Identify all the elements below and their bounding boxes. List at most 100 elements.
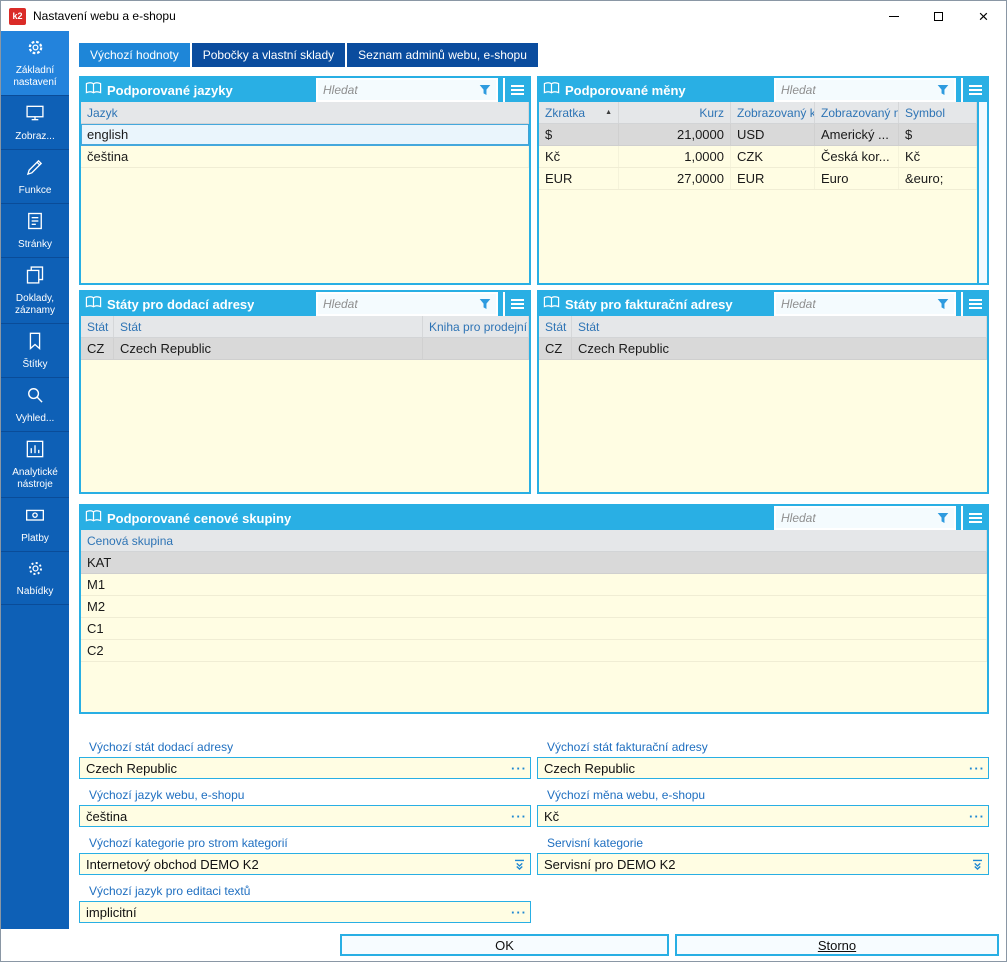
column-header[interactable]: Zkratka (539, 102, 619, 123)
column-header[interactable]: Stát (572, 316, 987, 337)
table-cell[interactable]: Kč (899, 146, 977, 167)
table-row[interactable]: C2 (81, 640, 987, 662)
table-cell[interactable]: C2 (81, 640, 987, 661)
invoice-state-input[interactable]: Czech Republic ··· (537, 757, 989, 779)
table-cell[interactable]: USD (731, 124, 815, 145)
sidebar-item-funkce[interactable]: Funkce (1, 150, 69, 204)
table-row[interactable]: $21,0000USDAmerický ...$ (539, 124, 977, 146)
table-cell[interactable]: $ (539, 124, 619, 145)
filter-icon[interactable] (479, 298, 491, 310)
table-cell[interactable]: čeština (81, 146, 529, 167)
sidebar-item-stranky[interactable]: Stránky (1, 204, 69, 258)
table-cell[interactable]: EUR (539, 168, 619, 189)
table-cell[interactable]: Euro (815, 168, 899, 189)
table-cell[interactable]: english (81, 124, 529, 145)
delivery-state-input[interactable]: Czech Republic ··· (79, 757, 531, 779)
table-row[interactable]: Kč1,0000CZKČeská kor...Kč (539, 146, 977, 168)
tree-select-button[interactable] (966, 854, 988, 874)
ellipsis-button[interactable]: ··· (966, 806, 988, 826)
ok-button[interactable]: OK (340, 934, 669, 956)
ellipsis-button[interactable]: ··· (508, 806, 530, 826)
ellipsis-button[interactable]: ··· (508, 758, 530, 778)
table-row[interactable]: english (81, 124, 529, 146)
sidebar-item-doklady-zaznamy[interactable]: Doklady, záznamy (1, 258, 69, 324)
table-cell[interactable]: C1 (81, 618, 987, 639)
table-cell[interactable]: CZ (539, 338, 572, 359)
table-cell[interactable]: CZ (81, 338, 114, 359)
panel-menu-button[interactable] (503, 292, 529, 316)
table-cell[interactable] (423, 338, 529, 359)
close-button[interactable]: × (961, 1, 1006, 31)
table-cell[interactable]: 1,0000 (619, 146, 731, 167)
sidebar-item-nabidky[interactable]: Nabídky (1, 552, 69, 605)
default-currency-input[interactable]: Kč ··· (537, 805, 989, 827)
panel-menu-button[interactable] (961, 292, 987, 316)
sidebar-item-zobrazeni[interactable]: Zobraz... (1, 96, 69, 150)
table-cell[interactable]: CZK (731, 146, 815, 167)
column-header[interactable]: Zobrazovaný n (815, 102, 899, 123)
column-header[interactable]: Kurz (619, 102, 731, 123)
storno-button[interactable]: Storno (675, 934, 999, 956)
table-cell[interactable]: Kč (539, 146, 619, 167)
tab-pobocky-a-sklady[interactable]: Pobočky a vlastní sklady (192, 43, 345, 67)
maximize-button[interactable] (916, 1, 961, 31)
panel-menu-button[interactable] (961, 506, 987, 530)
tree-select-button[interactable] (508, 854, 530, 874)
default-language-input[interactable]: čeština ··· (79, 805, 531, 827)
search-input[interactable]: Hledat (774, 78, 956, 102)
filter-icon[interactable] (937, 84, 949, 96)
table-row[interactable]: CZCzech Republic (539, 338, 987, 360)
column-header[interactable]: Jazyk (81, 102, 529, 123)
column-header[interactable]: Stát (81, 316, 114, 337)
vertical-scrollbar[interactable] (977, 102, 987, 283)
table-row[interactable]: C1 (81, 618, 987, 640)
sidebar-item-platby[interactable]: Platby (1, 498, 69, 552)
table-cell[interactable]: KAT (81, 552, 987, 573)
minimize-button[interactable] (871, 1, 916, 31)
column-header[interactable]: Cenová skupina (81, 530, 987, 551)
panel-menu-button[interactable] (503, 78, 529, 102)
service-category-input[interactable]: Servisní pro DEMO K2 (537, 853, 989, 875)
edit-language-input[interactable]: implicitní ··· (79, 901, 531, 923)
column-header[interactable]: Stát (539, 316, 572, 337)
filter-icon[interactable] (937, 512, 949, 524)
search-input[interactable]: Hledat (774, 506, 956, 530)
column-header[interactable]: Zobrazovaný k (731, 102, 815, 123)
table-cell[interactable]: M1 (81, 574, 987, 595)
sidebar-item-analyticke-nastroje[interactable]: Analytické nástroje (1, 432, 69, 498)
table-row[interactable]: čeština (81, 146, 529, 168)
panel-menu-button[interactable] (961, 78, 987, 102)
table-cell[interactable]: M2 (81, 596, 987, 617)
filter-icon[interactable] (937, 298, 949, 310)
table-row[interactable]: CZCzech Republic (81, 338, 529, 360)
sidebar-item-zakladni-nastaveni[interactable]: Základní nastavení (1, 31, 69, 96)
table-cell[interactable]: Czech Republic (572, 338, 987, 359)
sidebar-item-stitky[interactable]: Štítky (1, 324, 69, 378)
table-cell[interactable]: Česká kor... (815, 146, 899, 167)
table-row[interactable]: KAT (81, 552, 987, 574)
tab-vychozi-hodnoty[interactable]: Výchozí hodnoty (79, 43, 190, 67)
table-cell[interactable]: 27,0000 (619, 168, 731, 189)
window-body: Základní nastavení Zobraz... Funkce Strá… (1, 31, 1006, 929)
ellipsis-button[interactable]: ··· (966, 758, 988, 778)
category-tree-input[interactable]: Internetový obchod DEMO K2 (79, 853, 531, 875)
column-header[interactable]: Stát (114, 316, 423, 337)
table-cell[interactable]: Czech Republic (114, 338, 423, 359)
table-cell[interactable]: 21,0000 (619, 124, 731, 145)
table-cell[interactable]: &euro; (899, 168, 977, 189)
table-row[interactable]: EUR27,0000EUREuro&euro; (539, 168, 977, 190)
search-input[interactable]: Hledat (316, 292, 498, 316)
column-header[interactable]: Symbol (899, 102, 977, 123)
table-cell[interactable]: $ (899, 124, 977, 145)
table-row[interactable]: M2 (81, 596, 987, 618)
search-input[interactable]: Hledat (316, 78, 498, 102)
sidebar-item-vyhledavani[interactable]: Vyhled... (1, 378, 69, 432)
table-cell[interactable]: EUR (731, 168, 815, 189)
table-cell[interactable]: Americký ... (815, 124, 899, 145)
column-header[interactable]: Kniha pro prodejní (423, 316, 529, 337)
table-row[interactable]: M1 (81, 574, 987, 596)
filter-icon[interactable] (479, 84, 491, 96)
search-input[interactable]: Hledat (774, 292, 956, 316)
tab-seznam-adminu[interactable]: Seznam adminů webu, e-shopu (347, 43, 538, 67)
ellipsis-button[interactable]: ··· (508, 902, 530, 922)
